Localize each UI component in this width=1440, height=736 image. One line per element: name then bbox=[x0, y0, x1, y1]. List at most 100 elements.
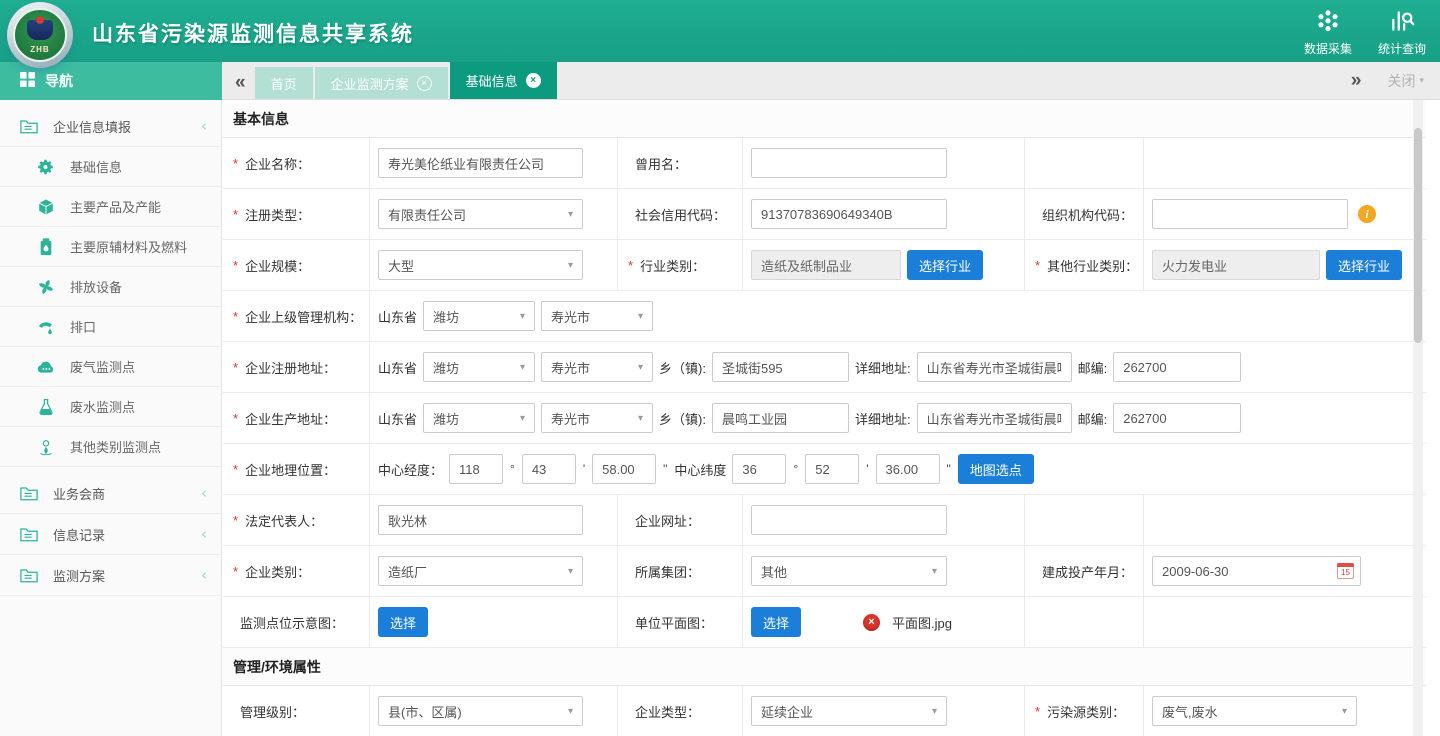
vertical-scrollbar[interactable] bbox=[1413, 100, 1423, 736]
sidebar-item-label: 其他类别监测点 bbox=[70, 437, 207, 456]
app-title: 山东省污染源监测信息共享系统 bbox=[92, 18, 414, 48]
production-addr-detail-input[interactable] bbox=[917, 403, 1072, 433]
choose-plan-button[interactable]: 选择 bbox=[751, 607, 801, 637]
delete-file-icon[interactable]: × bbox=[863, 614, 880, 631]
production-addr-label: 企业生产地址： bbox=[245, 409, 336, 428]
sidebar-group-label: 企业信息填报 bbox=[53, 117, 201, 136]
mgmt-level-select[interactable]: 县(市、区属)▾ bbox=[378, 696, 583, 726]
dots-cluster-icon bbox=[1315, 8, 1341, 37]
production-addr-zip-input[interactable] bbox=[1113, 403, 1241, 433]
longitude-minute-input[interactable] bbox=[522, 454, 576, 484]
legal-person-label: 法定代表人： bbox=[245, 511, 323, 530]
form-row-parent-org: *企业上级管理机构： 山东省 潍坊▾ 寿光市▾ bbox=[223, 291, 1426, 342]
other-industry-label: 其他行业类别： bbox=[1047, 256, 1138, 275]
legal-person-input[interactable] bbox=[378, 505, 583, 535]
pollution-type-select[interactable]: 废气,废水▾ bbox=[1152, 696, 1357, 726]
data-collection-button[interactable]: 数据采集 bbox=[1304, 8, 1352, 57]
former-name-input[interactable] bbox=[751, 148, 947, 178]
website-input[interactable] bbox=[751, 505, 947, 535]
cube-icon bbox=[37, 198, 55, 216]
tab-basic-info[interactable]: 基础信息 × bbox=[450, 61, 557, 99]
calendar-icon[interactable]: 15 bbox=[1337, 563, 1354, 579]
sidebar-item-outlet[interactable]: 排口 bbox=[0, 307, 221, 347]
parent-org-city-select[interactable]: 潍坊▾ bbox=[423, 301, 535, 331]
sidebar-item-label: 主要原辅材料及燃料 bbox=[70, 237, 207, 256]
parent-org-county-select[interactable]: 寿光市▾ bbox=[541, 301, 653, 331]
close-tab-icon[interactable]: × bbox=[526, 73, 541, 88]
tab-enterprise-monitor-plan[interactable]: 企业监测方案 × bbox=[315, 67, 448, 99]
industry-input bbox=[751, 250, 901, 280]
longitude-degree-input[interactable] bbox=[449, 454, 503, 484]
close-tab-icon[interactable]: × bbox=[417, 76, 432, 91]
tabstrip-right-controls: » 关闭 ▾ bbox=[1351, 62, 1440, 99]
register-addr-city-select[interactable]: 潍坊▾ bbox=[423, 352, 535, 382]
register-addr-town-input[interactable] bbox=[712, 352, 849, 382]
form-row-category-group-date: *企业类别： 造纸厂▾ 所属集团： 其他▾ 建成投产年月： 15 bbox=[223, 546, 1426, 597]
sidebar-group-label: 信息记录 bbox=[53, 525, 201, 544]
company-name-input[interactable] bbox=[378, 148, 583, 178]
group-select[interactable]: 其他▾ bbox=[751, 556, 947, 586]
longitude-label: 中心经度： bbox=[378, 460, 443, 479]
province-label: 山东省 bbox=[378, 307, 417, 326]
fuel-icon bbox=[37, 238, 55, 256]
sidebar-item-materials[interactable]: 主要原辅材料及燃料 bbox=[0, 227, 221, 267]
province-label: 山东省 bbox=[378, 358, 417, 377]
sidebar-nav-header[interactable]: 导航 bbox=[0, 62, 222, 100]
map-pick-button[interactable]: 地图选点 bbox=[958, 454, 1034, 484]
company-category-select[interactable]: 造纸厂▾ bbox=[378, 556, 583, 586]
register-addr-detail-input[interactable] bbox=[917, 352, 1072, 382]
latitude-label: 中心纬度 bbox=[674, 460, 726, 479]
longitude-second-input[interactable] bbox=[592, 454, 656, 484]
production-date-input[interactable] bbox=[1152, 556, 1361, 586]
parent-org-label: 企业上级管理机构： bbox=[245, 307, 362, 326]
former-name-label: 曾用名： bbox=[635, 154, 687, 173]
sidebar-group-business-consult[interactable]: 业务会商 ‹ bbox=[0, 473, 221, 514]
geo-label: 企业地理位置： bbox=[245, 460, 336, 479]
town-label: 乡（镇): bbox=[659, 358, 706, 377]
production-addr-town-input[interactable] bbox=[712, 403, 849, 433]
org-code-input[interactable] bbox=[1152, 199, 1348, 229]
tab-home[interactable]: 首页 bbox=[255, 67, 313, 99]
sidebar-item-gas-monitor[interactable]: 废气监测点 bbox=[0, 347, 221, 387]
register-type-label: 注册类型： bbox=[245, 205, 310, 224]
sidebar-item-basic-info[interactable]: 基础信息 bbox=[0, 147, 221, 187]
form-row-production-address: *企业生产地址： 山东省 潍坊▾ 寿光市▾ 乡（镇): 详细地址: 邮编: bbox=[223, 393, 1426, 444]
caret-down-icon: ▾ bbox=[568, 209, 573, 220]
close-menu-button[interactable]: 关闭 ▾ bbox=[1387, 71, 1424, 91]
select-industry-button[interactable]: 选择行业 bbox=[907, 250, 983, 280]
sidebar-group-info-record[interactable]: 信息记录 ‹ bbox=[0, 514, 221, 555]
stats-query-button[interactable]: 统计查询 bbox=[1378, 8, 1426, 57]
sidebar-item-water-monitor[interactable]: 废水监测点 bbox=[0, 387, 221, 427]
register-type-select[interactable]: 有限责任公司▾ bbox=[378, 199, 583, 229]
app-logo-icon: ZHB bbox=[7, 2, 73, 68]
enterprise-type-select[interactable]: 延续企业▾ bbox=[751, 696, 947, 726]
chevron-left-icon: ‹ bbox=[201, 525, 207, 543]
folder-icon bbox=[20, 566, 38, 584]
zip-label: 邮编: bbox=[1078, 409, 1108, 428]
company-scale-select[interactable]: 大型▾ bbox=[378, 250, 583, 280]
sidebar-item-products[interactable]: 主要产品及产能 bbox=[0, 187, 221, 227]
tab-strip: « 首页 企业监测方案 × 基础信息 × » 关闭 ▾ bbox=[222, 62, 1440, 100]
production-addr-city-select[interactable]: 潍坊▾ bbox=[423, 403, 535, 433]
sidebar-item-label: 主要产品及产能 bbox=[70, 197, 207, 216]
credit-code-input[interactable] bbox=[751, 199, 947, 229]
unit-plan-label: 单位平面图： bbox=[635, 613, 713, 632]
sidebar-group-enterprise-info[interactable]: 企业信息填报 ‹ bbox=[0, 106, 221, 147]
latitude-second-input[interactable] bbox=[876, 454, 940, 484]
latitude-minute-input[interactable] bbox=[805, 454, 859, 484]
latitude-degree-input[interactable] bbox=[732, 454, 786, 484]
register-addr-county-select[interactable]: 寿光市▾ bbox=[541, 352, 653, 382]
grid-icon bbox=[20, 72, 35, 90]
sidebar-item-emission-equipment[interactable]: 排放设备 bbox=[0, 267, 221, 307]
section-header-mgmt: 管理/环境属性 bbox=[223, 648, 1426, 686]
scroll-tabs-right-icon[interactable]: » bbox=[1351, 71, 1362, 90]
register-addr-zip-input[interactable] bbox=[1113, 352, 1241, 382]
select-other-industry-button[interactable]: 选择行业 bbox=[1326, 250, 1402, 280]
app-header: ZHB 山东省污染源监测信息共享系统 数据采集 bbox=[0, 0, 1440, 62]
sidebar-group-monitor-plan[interactable]: 监测方案 ‹ bbox=[0, 555, 221, 596]
choose-sketch-button[interactable]: 选择 bbox=[378, 607, 428, 637]
production-addr-county-select[interactable]: 寿光市▾ bbox=[541, 403, 653, 433]
scroll-tabs-left-icon[interactable]: « bbox=[235, 73, 246, 92]
scrollbar-thumb[interactable] bbox=[1414, 128, 1422, 343]
sidebar-item-other-monitor[interactable]: 其他类别监测点 bbox=[0, 427, 221, 467]
